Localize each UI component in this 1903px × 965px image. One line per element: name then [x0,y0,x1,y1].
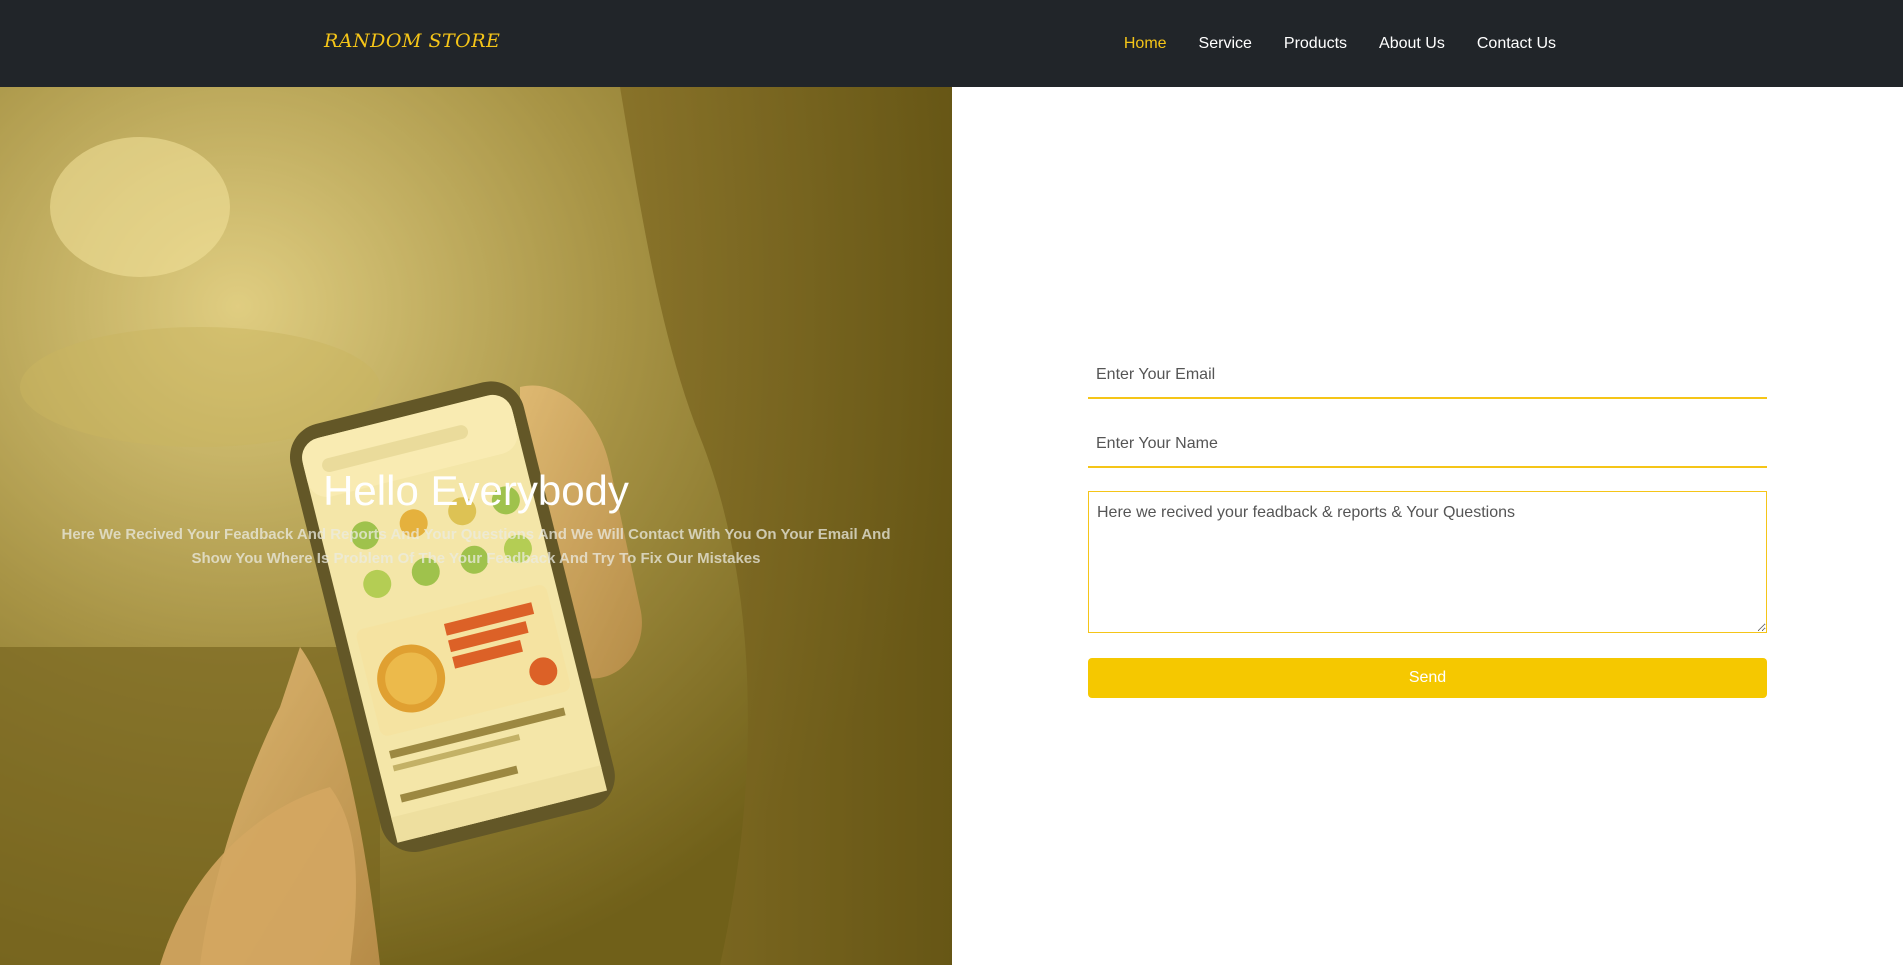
message-textarea[interactable] [1088,491,1767,633]
nav-item-service[interactable]: Service [1183,35,1268,53]
email-field[interactable] [1088,353,1767,399]
nav-item-about-us[interactable]: About Us [1363,35,1461,53]
brand-logo[interactable]: RANDOM STORE [324,30,500,52]
hero-section: Hello Everybody Here We Recived Your Fea… [0,87,952,965]
send-button[interactable]: Send [1088,658,1767,698]
hero-description: Here We Recived Your Feadback And Report… [61,526,891,567]
navbar: RANDOM STORE Home Service Products About… [0,0,1903,87]
name-field[interactable] [1088,422,1767,468]
nav-menu: Home Service Products About Us Contact U… [1108,0,1572,87]
hero-title: Hello Everybody [323,467,629,514]
nav-item-products[interactable]: Products [1268,35,1363,53]
nav-item-home[interactable]: Home [1108,35,1183,53]
nav-item-contact-us[interactable]: Contact Us [1461,35,1572,53]
contact-form: Send [952,87,1903,965]
